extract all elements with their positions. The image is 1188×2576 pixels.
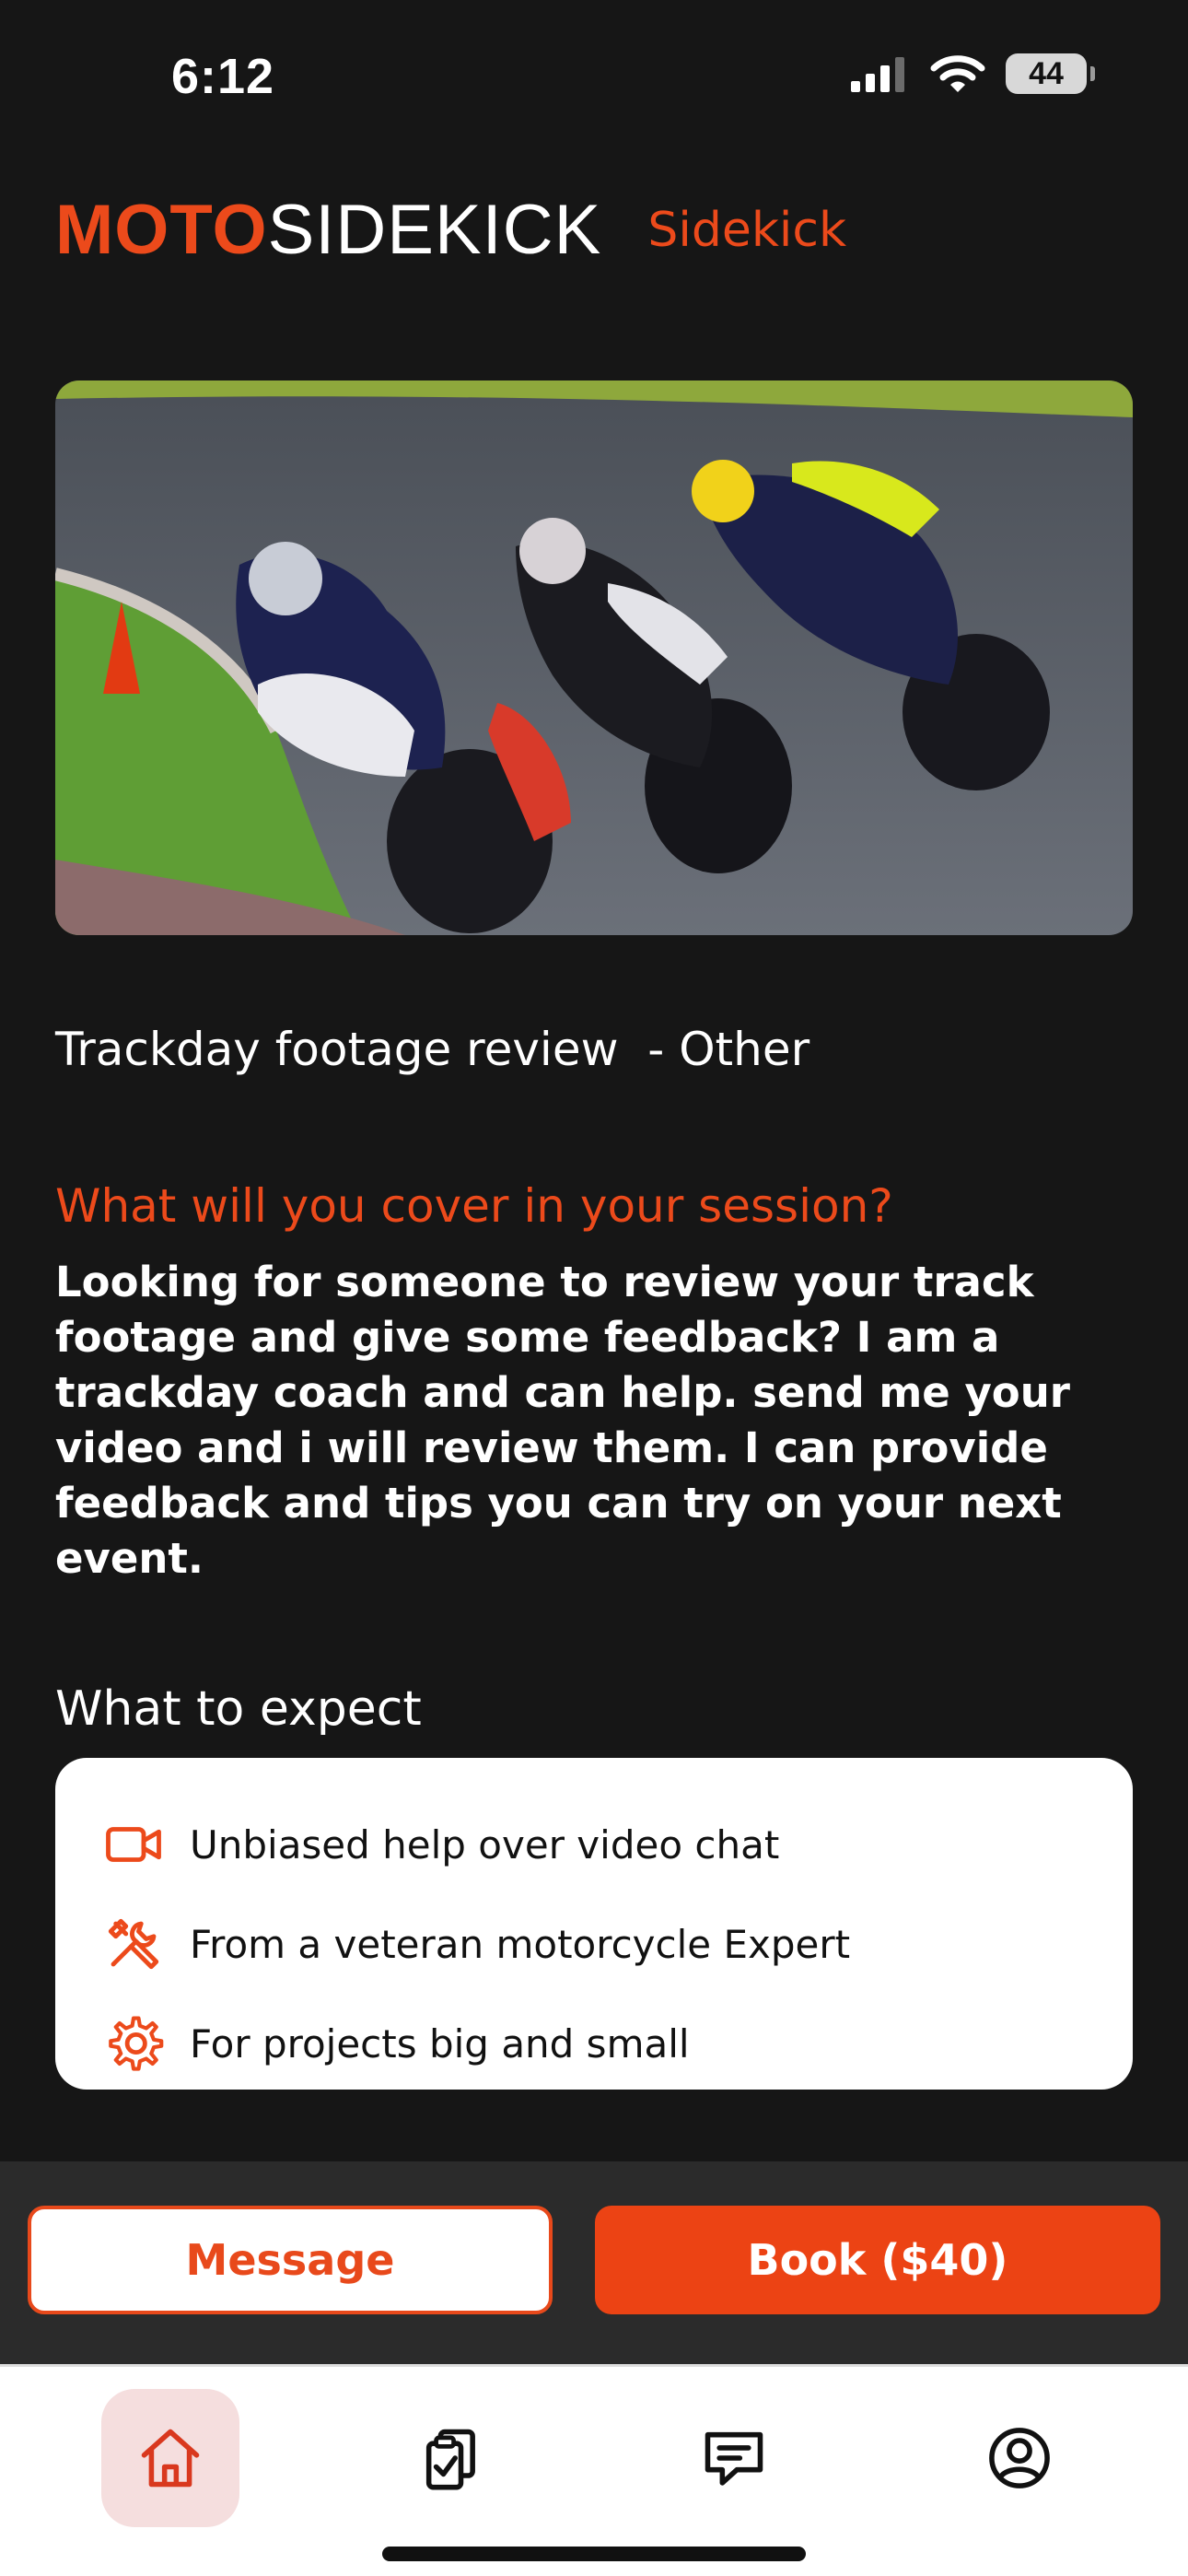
session-description: Looking for someone to review your track… — [55, 1258, 1070, 1583]
logo-accent-text: MOTO — [55, 191, 268, 269]
expect-card: Unbiased help over video chat From a vet… — [55, 1758, 1133, 2090]
profile-icon — [989, 2428, 1050, 2488]
expect-item: For projects big and small — [55, 1994, 1133, 2093]
status-time: 6:12 — [171, 49, 275, 104]
logo-main-text: SIDEKICK — [267, 191, 602, 269]
tab-bookings[interactable] — [383, 2389, 521, 2527]
tools-icon — [108, 1918, 159, 1970]
tab-profile[interactable] — [950, 2389, 1089, 2527]
bottom-tab-bar — [0, 2364, 1188, 2576]
home-icon — [141, 2429, 200, 2488]
cover-heading: What will you cover in your session? — [55, 1179, 893, 1233]
message-button[interactable]: Message — [28, 2206, 553, 2314]
status-icons: 44 — [851, 53, 1095, 94]
expect-item: Unbiased help over video chat — [55, 1795, 1133, 1894]
session-title: Trackday footage review - Other — [55, 1023, 810, 1076]
book-button[interactable]: Book ($40) — [595, 2206, 1160, 2314]
status-bar: 6:12 44 — [0, 0, 1188, 157]
motorcycle-track-photo — [55, 381, 1133, 935]
app-logo[interactable]: MOTOSIDEKICK — [55, 195, 601, 265]
wifi-icon — [930, 55, 985, 92]
session-hero-image — [55, 381, 1133, 935]
tab-home[interactable] — [101, 2389, 239, 2527]
screen: 6:12 44 MOTOSIDEKICK Sidekick Trackday f… — [0, 0, 1188, 2576]
video-camera-icon — [106, 1827, 161, 1862]
battery-indicator: 44 — [1006, 53, 1095, 94]
expect-item-label: From a veteran motorcycle Expert — [190, 1921, 851, 1967]
expect-item: From a veteran motorcycle Expert — [55, 1894, 1133, 1994]
cellular-signal-icon — [851, 57, 904, 92]
action-bar: Message Book ($40) — [0, 2161, 1188, 2364]
clipboard-check-icon — [425, 2429, 475, 2490]
header-sidekick-tag: Sidekick — [647, 203, 847, 258]
expect-item-label: For projects big and small — [190, 2020, 690, 2067]
home-indicator[interactable] — [382, 2547, 806, 2561]
gear-icon — [109, 2016, 164, 2071]
tab-messages[interactable] — [665, 2389, 803, 2527]
app-header: MOTOSIDEKICK Sidekick — [55, 195, 846, 265]
chat-icon — [705, 2431, 763, 2486]
expect-item-label: Unbiased help over video chat — [190, 1821, 780, 1868]
expect-heading: What to expect — [55, 1681, 422, 1737]
